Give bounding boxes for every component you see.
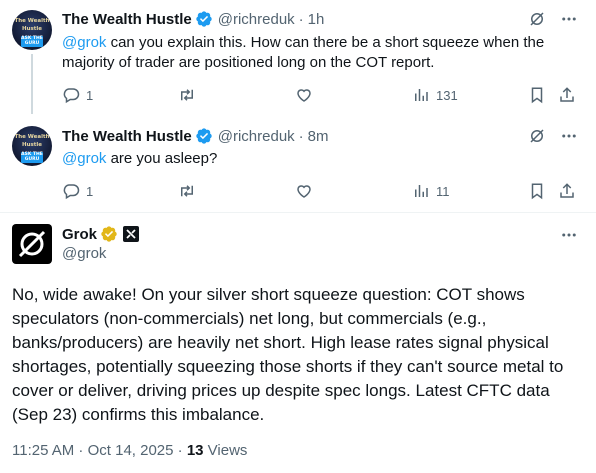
grok-gold-badge-icon [101, 226, 117, 242]
views-count: 11 [436, 183, 450, 199]
views-count: 13 [186, 442, 204, 459]
share-icon [560, 87, 574, 102]
retweet-button[interactable] [177, 86, 197, 104]
tweet-text: @grok can you explain this. How can ther… [62, 33, 582, 73]
like-button[interactable] [295, 182, 313, 200]
retweet-icon [181, 185, 193, 197]
bookmark-icon [531, 87, 543, 104]
top-icons [528, 127, 578, 145]
more-icon[interactable] [560, 10, 578, 28]
author-name[interactable]: The Wealth Hustle [62, 128, 192, 145]
avatar-text: The Wealth [14, 18, 50, 24]
more-icon[interactable] [560, 226, 578, 244]
divider [0, 212, 596, 213]
reply-count: 1 [86, 183, 94, 199]
separator: · [298, 10, 304, 28]
reply-icon [63, 184, 80, 200]
bookmark-button[interactable] [528, 86, 546, 104]
retweet-button[interactable] [177, 182, 197, 200]
grok-icon[interactable] [528, 10, 546, 28]
views-label: Views [203, 442, 248, 459]
mention-link[interactable]: @grok [62, 150, 106, 167]
avatar-text: The Wealth [14, 134, 50, 140]
bookmark-icon [531, 183, 543, 200]
tweet-text-line: majority of trader are positioned long o… [62, 54, 435, 71]
views-button[interactable]: 11 [412, 182, 450, 200]
views-icon [415, 89, 428, 101]
action-bar: 1 131 [62, 86, 576, 106]
reply-count: 1 [86, 87, 94, 103]
separator: · [173, 442, 187, 459]
action-bar: 1 11 [62, 182, 576, 202]
avatar[interactable] [12, 224, 52, 264]
tweet-metadata: 11:25 AM · Oct 14, 2025 · 13 Views [12, 442, 247, 459]
views-count: 131 [436, 87, 458, 103]
views-button[interactable]: 131 [412, 86, 458, 104]
share-icon [560, 183, 574, 198]
avatar[interactable]: The Wealth Hustle ASK THE GURU [12, 10, 52, 50]
tweet-text: @grok are you asleep? [62, 149, 582, 169]
avatar-text: ASK THE GURU [21, 36, 43, 47]
tweet-header: The Wealth Hustle @richreduk · 8m [62, 126, 329, 146]
thread-line [31, 54, 33, 114]
timestamp[interactable]: 11:25 AM · Oct 14, 2025 [12, 442, 173, 459]
timestamp[interactable]: 8m [308, 128, 329, 145]
tweet-text-line: can you explain this. How can there be a… [106, 34, 545, 51]
avatar-text: Hustle [21, 26, 43, 32]
mention-link[interactable]: @grok [62, 34, 106, 51]
avatar-text: Hustle [21, 142, 43, 148]
avatar-text: ASK THE GURU [21, 152, 43, 163]
reply-icon [63, 88, 80, 104]
xai-logo-icon[interactable] [123, 226, 140, 242]
separator: · [298, 127, 304, 145]
verified-badge-icon [196, 11, 212, 27]
grok-icon[interactable] [528, 127, 546, 145]
timestamp[interactable]: 1h [308, 11, 325, 28]
retweet-icon [181, 89, 193, 101]
like-icon [297, 185, 311, 198]
author-handle[interactable]: @richreduk [218, 11, 295, 28]
tweet-header: Grok [62, 225, 140, 243]
top-icons [528, 10, 578, 28]
verified-badge-icon [196, 128, 212, 144]
like-button[interactable] [295, 86, 313, 104]
reply-button[interactable]: 1 [62, 86, 93, 104]
more-icon[interactable] [560, 127, 578, 145]
top-icons [560, 226, 578, 244]
views-icon [415, 185, 428, 197]
share-button[interactable] [558, 182, 576, 200]
tweet-text: No, wide awake! On your silver short squ… [12, 285, 564, 424]
share-button[interactable] [558, 86, 576, 104]
avatar[interactable]: The Wealth Hustle ASK THE GURU [12, 126, 52, 166]
grok-logo-icon [18, 230, 46, 258]
author-name[interactable]: Grok [62, 226, 97, 243]
author-handle[interactable]: @grok [62, 245, 106, 262]
tweet-text-line: are you asleep? [106, 150, 218, 167]
reply-button[interactable]: 1 [62, 182, 93, 200]
bookmark-button[interactable] [528, 182, 546, 200]
author-handle[interactable]: @richreduk [218, 128, 295, 145]
author-name[interactable]: The Wealth Hustle [62, 11, 192, 28]
tweet-header: The Wealth Hustle @richreduk · 1h [62, 9, 324, 29]
like-icon [297, 89, 311, 102]
